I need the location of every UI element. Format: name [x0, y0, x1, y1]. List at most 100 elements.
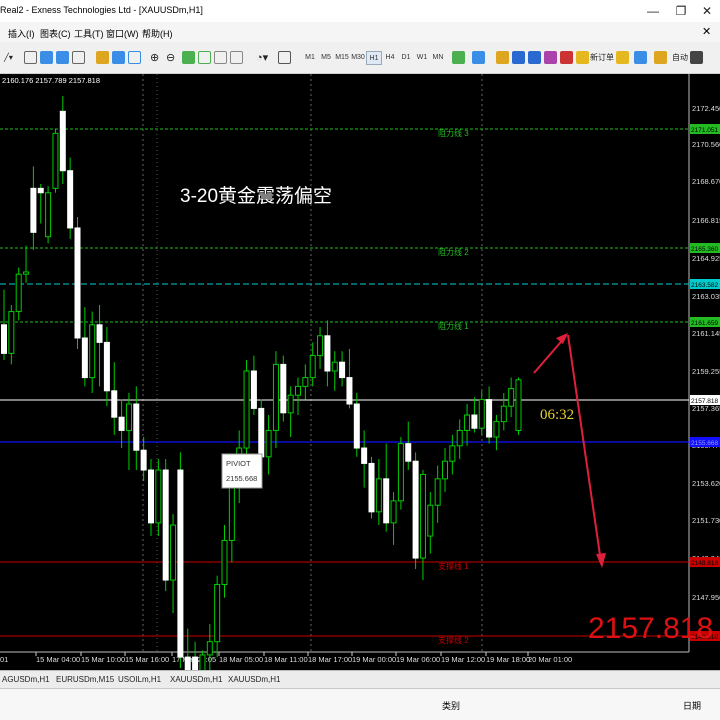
menu-insert[interactable]: 插入(I) [8, 27, 35, 40]
symbol-tab[interactable]: XAUUSDm,H1 [228, 675, 280, 684]
time-axis-label: 20 Mar 01:00 [528, 655, 572, 664]
folder-icon[interactable] [96, 51, 109, 64]
tf-d1[interactable]: D1 [398, 51, 414, 65]
price-axis-label: 2164.925 [692, 254, 720, 263]
grid-icon[interactable] [230, 51, 243, 64]
menu-window[interactable]: 窗口(W) [106, 27, 139, 40]
candle-body [59, 110, 66, 172]
minimize-icon[interactable]: — [640, 1, 666, 21]
candle-body [199, 654, 206, 673]
window-title: Real2 - Exness Technologies Ltd - [XAUUS… [0, 5, 203, 15]
tf-m30[interactable]: M30 [350, 51, 366, 65]
new-order-button[interactable]: 新订单 [590, 50, 614, 66]
tf-m15[interactable]: M15 [334, 51, 350, 65]
profiles-icon[interactable] [112, 51, 125, 64]
menu-help[interactable]: 帮助(H) [142, 27, 173, 40]
tester-icon[interactable] [560, 51, 573, 64]
price-tag-label: 2171.051 [691, 127, 718, 134]
candle-body [96, 324, 103, 343]
chart-bar-icon[interactable] [128, 51, 141, 64]
tile-icon[interactable] [182, 51, 195, 64]
time-axis-label: 18 Mar 17:00 [308, 655, 352, 664]
crosshair-icon[interactable] [496, 51, 509, 64]
symbol-tab[interactable]: EURUSDm,M15 [56, 675, 114, 684]
candle-body [118, 416, 125, 431]
terminal-icon[interactable] [512, 51, 525, 64]
line-tool-icon[interactable]: ╱▾ [4, 50, 13, 66]
tf-m5[interactable]: M5 [318, 51, 334, 65]
close-icon[interactable]: ✕ [694, 1, 720, 21]
scroll-icon[interactable] [198, 51, 211, 64]
line-chart-icon[interactable] [72, 51, 85, 64]
candle-chart-icon[interactable] [56, 51, 69, 64]
candle-body [346, 377, 353, 405]
candle-body [419, 473, 426, 559]
menu-charts[interactable]: 图表(C) [40, 27, 71, 40]
time-axis-label: 19 Mar 18:00 [486, 655, 530, 664]
candle-body [1, 324, 7, 354]
symbol-tab[interactable]: XAUUSDm,H1 [170, 675, 222, 684]
level-label: 阻力线 2 [438, 247, 469, 257]
signals-icon[interactable] [634, 51, 647, 64]
candle-body [23, 271, 30, 275]
autotrade-icon[interactable] [654, 51, 667, 64]
template-icon[interactable] [278, 51, 291, 64]
candle-body [184, 656, 191, 680]
menu-close-icon[interactable]: ✕ [702, 25, 711, 38]
candle-body [103, 341, 110, 392]
autotrade-button[interactable]: 自动 [672, 50, 688, 66]
level-label: 支撑线 1 [438, 561, 469, 571]
column-category[interactable]: 类别 [442, 699, 460, 712]
candle-body [89, 324, 96, 379]
candle-body [412, 460, 419, 559]
expand-icon[interactable] [690, 51, 703, 64]
price-tag-label: 2161.659 [691, 320, 718, 327]
bar-chart-icon[interactable] [40, 51, 53, 64]
price-axis-label: 2153.620 [692, 479, 720, 488]
price-axis-label: 2161.145 [692, 329, 720, 338]
zoom-in-icon[interactable]: ⊕ [150, 50, 159, 66]
candle-body [515, 379, 522, 431]
price-axis-label: 2151.730 [692, 516, 720, 525]
tf-h1[interactable]: H1 [366, 51, 382, 65]
price-tag-label: 2148.818 [691, 560, 718, 567]
navigator-icon[interactable] [544, 51, 557, 64]
chart-canvas[interactable]: 2172.450 2170.560 2168.670 2166.815 2164.925… [0, 74, 720, 702]
time-axis-label: 01 [0, 655, 8, 664]
symbol-tab-bar: AGUSDm,H1 EURUSDm,M15 USOILm,H1 XAUUSDm,… [0, 670, 720, 688]
tf-h4[interactable]: H4 [382, 51, 398, 65]
candle-body [508, 388, 515, 407]
zoom-out-icon[interactable]: ⊖ [166, 50, 175, 66]
candle-body [192, 656, 199, 673]
candle-body [309, 355, 316, 379]
level-label: 支撑线 2 [438, 635, 469, 645]
chart-type-icon[interactable] [24, 51, 37, 64]
price-chart[interactable]: 2172.450 2170.560 2168.670 2166.815 2164.925… [0, 74, 720, 702]
toolbar: ╱▾ ⊕ ⊖ ◔▾ M1 M5 M15 M30 H1 H4 D1 W1 MN 新… [0, 42, 720, 74]
metaeditor-icon[interactable] [616, 51, 629, 64]
menu-tools[interactable]: 工具(T) [74, 27, 104, 40]
candle-body [221, 539, 228, 585]
terminal-panel: 类别 日期 [0, 688, 720, 720]
candle-body [390, 500, 397, 524]
candle-body [493, 421, 500, 438]
restore-icon[interactable]: ❐ [668, 1, 694, 21]
symbol-tab[interactable]: AGUSDm,H1 [2, 675, 50, 684]
level-label: 阻力线 1 [438, 321, 469, 331]
clock-icon[interactable]: ◔▾ [256, 50, 268, 66]
price-axis-label: 2147.950 [692, 593, 720, 602]
price-axis-label: 2166.815 [692, 216, 720, 225]
data-window-icon[interactable] [528, 51, 541, 64]
new-order-icon[interactable] [576, 51, 589, 64]
autoscroll-icon[interactable] [214, 51, 227, 64]
periods-icon[interactable] [472, 51, 485, 64]
column-date[interactable]: 日期 [683, 699, 701, 712]
tf-mn[interactable]: MN [430, 51, 446, 65]
symbol-tab[interactable]: USOILm,H1 [118, 675, 161, 684]
price-axis-label: 2163.035 [692, 292, 720, 301]
candle-body [464, 414, 471, 431]
candle-body [302, 377, 309, 387]
tf-m1[interactable]: M1 [302, 51, 318, 65]
tf-w1[interactable]: W1 [414, 51, 430, 65]
indicators-icon[interactable] [452, 51, 465, 64]
